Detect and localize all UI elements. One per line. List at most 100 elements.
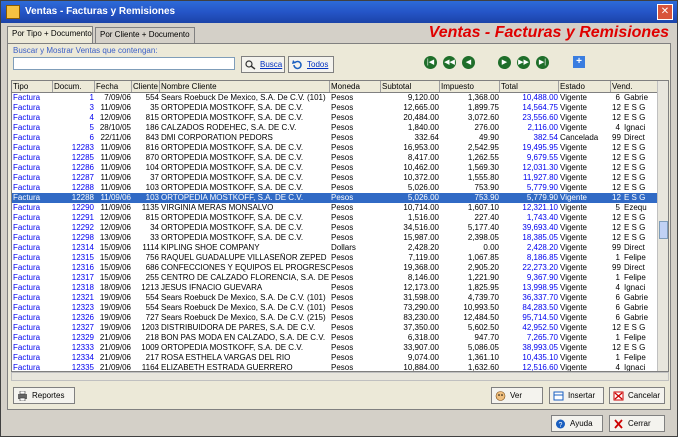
table-cell: Pesos <box>331 283 354 292</box>
col-tipo[interactable]: Tipo <box>12 81 53 92</box>
cerrar-button[interactable]: Cerrar <box>609 415 665 432</box>
table-cell: Factura <box>13 353 41 362</box>
table-row[interactable]: Factura 12298 13/09/06 33 ORTOPEDIA MOSTKOFF… <box>12 233 658 243</box>
col-cliente[interactable]: Cliente <box>132 81 160 92</box>
busca-label: Busca <box>260 60 283 69</box>
table-row[interactable]: Factura 6 22/11/06 843 DMI CORPORATION PEDOR… <box>12 133 658 143</box>
table-cell: 34,516.00 <box>403 223 439 232</box>
last-record-icon[interactable]: ▶| <box>536 56 549 69</box>
vertical-scrollbar[interactable] <box>657 81 668 371</box>
tab-por-tipo[interactable]: Por Tipo + Documento <box>7 26 93 44</box>
table-cell: 9,074.00 <box>407 353 439 362</box>
close-window-button[interactable]: ✕ <box>657 4 673 20</box>
table-cell: ORTOPEDIA MOSTKOFF, S.A. DE C.V. <box>161 233 304 242</box>
table-cell: 1,516.00 <box>407 213 439 222</box>
table-cell: Vigente <box>560 203 587 212</box>
col-vend[interactable]: Vend. <box>611 81 658 92</box>
next-record-icon[interactable]: ▶ <box>498 56 511 69</box>
busca-button[interactable]: Busca <box>241 56 285 73</box>
table-cell: Pesos <box>331 203 354 212</box>
table-cell: 10,488.00 <box>522 93 558 102</box>
table-cell: 6 <box>89 133 94 142</box>
table-cell: 11/09/06 <box>100 173 131 182</box>
table-cell: Vigente <box>560 273 587 282</box>
table-row[interactable]: Factura 3 11/09/06 35 ORTOPEDIA MOSTKOFF, S.… <box>12 103 658 113</box>
table-row[interactable]: Factura 12316 15/09/06 686 CONFECCIONES Y EQ… <box>12 263 658 273</box>
horizontal-scrollbar[interactable] <box>11 372 669 381</box>
table-cell: 23,556.60 <box>522 113 558 122</box>
table-row[interactable]: Factura 12321 19/09/06 554 Sears Roebuck De … <box>12 293 658 303</box>
table-cell: 49.90 <box>478 133 499 142</box>
table-row[interactable]: Factura 12290 11/09/06 1135 VIRGINIA MERAS M… <box>12 203 658 213</box>
table-row[interactable]: Factura 12326 19/09/06 727 Sears Roebuck De … <box>12 313 658 323</box>
table-row[interactable]: Factura 12291 12/09/06 815 ORTOPEDIA MOSTKOF… <box>12 213 658 223</box>
table-cell: 5,602.50 <box>467 323 499 332</box>
table-cell: 816 <box>145 143 159 152</box>
table-cell: Direct <box>624 243 645 252</box>
table-cell: 84,283.50 <box>522 303 558 312</box>
table-row[interactable]: Factura 12329 21/09/06 218 BON PAS MODA EN C… <box>12 333 658 343</box>
table-cell: 12291 <box>71 213 94 222</box>
col-impuesto[interactable]: Impuesto <box>440 81 500 92</box>
app-icon <box>6 5 20 19</box>
table-row[interactable]: Factura 4 12/09/06 815 ORTOPEDIA MOSTKOFF, S… <box>12 113 658 123</box>
table-cell: 104 <box>145 163 159 172</box>
first-record-icon[interactable]: |◀ <box>424 56 437 69</box>
col-subtotal[interactable]: Subtotal <box>381 81 440 92</box>
ayuda-button[interactable]: ? Ayuda <box>551 415 603 432</box>
previous-record-icon[interactable]: ◀ <box>462 56 475 69</box>
col-moneda[interactable]: Moneda <box>330 81 381 92</box>
table-row[interactable]: Factura 12323 19/09/06 554 Sears Roebuck De … <box>12 303 658 313</box>
reportes-button[interactable]: Reportes <box>13 387 75 404</box>
table-cell: 12335 <box>71 363 94 372</box>
col-docum[interactable]: Docum. <box>53 81 95 92</box>
table-cell: Vigente <box>560 323 587 332</box>
cancelar-button[interactable]: Cancelar <box>609 387 665 404</box>
table-row[interactable]: Factura 12334 21/09/06 217 ROSA ESTHELA VARG… <box>12 353 658 363</box>
table-row[interactable]: Factura 12283 11/09/06 816 ORTOPEDIA MOSTKOF… <box>12 143 658 153</box>
table-cell: 13,998.95 <box>522 283 558 292</box>
table-cell: 15/09/06 <box>99 263 131 272</box>
add-record-button[interactable]: + <box>573 56 585 68</box>
col-total[interactable]: Total <box>500 81 559 92</box>
table-cell: 5,086.05 <box>467 343 499 352</box>
table-row[interactable]: Factura 1 7/09/06 554 Sears Roebuck De Mexic… <box>12 93 658 103</box>
table-cell: 12334 <box>71 353 94 362</box>
table-cell: Factura <box>13 293 41 302</box>
table-cell: 35 <box>150 103 159 112</box>
ver-button[interactable]: Ver <box>491 387 543 404</box>
table-row[interactable]: Factura 12288 11/09/06 103 ORTOPEDIA MOSTKOF… <box>12 183 658 193</box>
table-row[interactable]: Factura 12327 19/09/06 1203 DISTRIBUIDORA DE… <box>12 323 658 333</box>
previous-page-icon[interactable]: ◀◀ <box>443 56 456 69</box>
table-row[interactable]: Factura 12317 15/09/06 255 CENTRO DE CALZADO… <box>12 273 658 283</box>
table-row[interactable]: Factura 5 28/10/05 186 CALZADOS RODEHEC, S.A… <box>12 123 658 133</box>
table-cell: Vigente <box>560 303 587 312</box>
table-cell: Factura <box>13 143 41 152</box>
next-page-icon[interactable]: ▶▶ <box>517 56 530 69</box>
table-row[interactable]: Factura 12292 12/09/06 34 ORTOPEDIA MOSTKOFF… <box>12 223 658 233</box>
table-row[interactable]: Factura 12286 11/09/06 104 ORTOPEDIA MOSTKOF… <box>12 163 658 173</box>
col-fecha[interactable]: Fecha <box>95 81 132 92</box>
table-cell: CENTRO DE CALZADO FLORENCIA, S.A. DE <box>161 273 330 282</box>
table-cell: 10,714.00 <box>403 203 439 212</box>
search-input[interactable] <box>13 57 235 70</box>
table-row[interactable]: Factura 12288 11/09/06 103 ORTOPEDIA MOSTKOF… <box>12 193 658 203</box>
todos-button[interactable]: Todos <box>288 56 334 73</box>
table-cell: Factura <box>13 103 41 112</box>
table-row[interactable]: Factura 12287 11/09/06 37 ORTOPEDIA MOSTKOFF… <box>12 173 658 183</box>
col-estado[interactable]: Estado <box>559 81 611 92</box>
table-cell: 12316 <box>71 263 94 272</box>
insertar-button[interactable]: Insertar <box>549 387 604 404</box>
col-nombre-cliente[interactable]: Nombre Cliente <box>160 81 330 92</box>
table-row[interactable]: Factura 12285 11/09/06 870 ORTOPEDIA MOSTKOF… <box>12 153 658 163</box>
table-cell: Ignaci <box>624 283 646 292</box>
tab-por-cliente[interactable]: Por Cliente + Documento <box>95 27 195 43</box>
table-cell: 12323 <box>71 303 94 312</box>
table-row[interactable]: Factura 12318 18/09/06 1213 JESUS IFNACIO GU… <box>12 283 658 293</box>
table-row[interactable]: Factura 12333 21/09/06 1009 ORTOPEDIA MOSTKO… <box>12 343 658 353</box>
scroll-thumb[interactable] <box>659 221 668 239</box>
table-cell: 8,417.00 <box>407 153 439 162</box>
table-row[interactable]: Factura 12335 21/09/06 1164 ELIZABETH ESTRAD… <box>12 363 658 372</box>
table-row[interactable]: Factura 12314 15/09/06 1114 KIPLING SHOE COM… <box>12 243 658 253</box>
table-row[interactable]: Factura 12315 15/09/06 756 RAQUEL GUADALUPE … <box>12 253 658 263</box>
